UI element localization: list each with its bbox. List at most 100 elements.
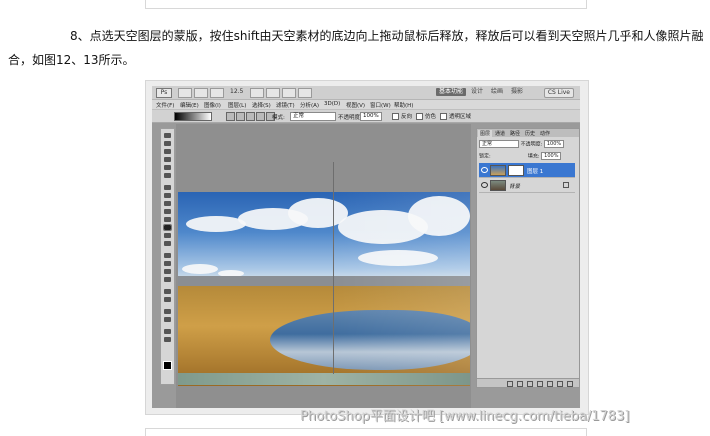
screen-mode-icon[interactable] [298, 88, 312, 98]
healing-brush-icon[interactable] [164, 185, 171, 190]
eye-icon[interactable] [481, 182, 488, 188]
reverse-label: 反向 [401, 114, 413, 120]
blend-row: 正常 不透明度: 100% [479, 140, 565, 148]
adjustment-layer-icon[interactable] [537, 381, 543, 387]
fill-field[interactable]: 100% [541, 152, 562, 160]
arrange-documents-icon[interactable] [282, 88, 296, 98]
menu-filter[interactable]: 滤镜(T) [276, 101, 295, 109]
menu-view[interactable]: 视图(V) [346, 101, 365, 109]
hand-tool-icon[interactable] [250, 88, 264, 98]
application-bar: Ps 12.5 基本功能 设计 绘画 摄影 CS Live [152, 86, 580, 100]
opacity-label: 不透明度: [338, 115, 362, 121]
tools-panel [160, 128, 175, 385]
blur-tool-icon[interactable] [164, 233, 171, 238]
menu-help[interactable]: 帮助(H) [394, 101, 413, 109]
angle-gradient-icon[interactable] [246, 112, 255, 121]
view-extras-icon[interactable] [210, 88, 224, 98]
eyedropper-tool-icon[interactable] [164, 173, 171, 178]
hand-icon[interactable] [164, 309, 171, 314]
menu-analysis[interactable]: 分析(A) [300, 101, 319, 109]
new-group-icon[interactable] [547, 381, 553, 387]
blend-mode-select[interactable]: 正常 [479, 140, 519, 148]
crop-tool-icon[interactable] [164, 165, 171, 170]
linear-gradient-icon[interactable] [226, 112, 235, 121]
zoom-icon[interactable] [164, 317, 171, 322]
menu-image[interactable]: 图像(I) [204, 101, 221, 109]
mask-gradient-overlay [328, 192, 470, 386]
zoom-level[interactable]: 12.5 [230, 88, 243, 95]
layer-name[interactable]: 图层 1 [527, 167, 543, 175]
bridge-icon[interactable] [178, 88, 192, 98]
gradient-tool-preset-icon[interactable] [152, 110, 162, 116]
menu-window[interactable]: 窗口(W) [370, 101, 391, 109]
link-layers-icon[interactable] [507, 381, 513, 387]
workspace-essentials-button[interactable]: 基本功能 [436, 88, 467, 96]
layer-thumbnail [490, 165, 506, 176]
panel-tabs: 图层 通道 路径 历史 动作 [477, 129, 579, 137]
swap-colors-icon[interactable] [164, 337, 171, 342]
lasso-tool-icon[interactable] [164, 149, 171, 154]
layer-mask-thumbnail[interactable] [508, 165, 524, 176]
clone-stamp-icon[interactable] [164, 201, 171, 206]
dodge-tool-icon[interactable] [164, 241, 171, 246]
eraser-tool-icon[interactable] [164, 217, 171, 222]
menu-layer[interactable]: 图层(L) [228, 101, 246, 109]
zoom-tool-icon[interactable] [266, 88, 280, 98]
transparency-checkbox[interactable]: 透明区域 [440, 112, 471, 120]
reverse-checkbox[interactable]: 反向 [392, 112, 412, 120]
gradient-picker[interactable] [174, 112, 212, 121]
opacity-field[interactable]: 100% [360, 112, 382, 121]
shape-tool-icon[interactable] [164, 277, 171, 282]
history-brush-icon[interactable] [164, 209, 171, 214]
panel-opacity-field[interactable]: 100% [543, 140, 565, 148]
fill-label: 填充: [527, 153, 540, 160]
layer-row-background[interactable]: 背景 [479, 178, 575, 193]
tab-layers[interactable]: 图层 [478, 130, 493, 137]
marquee-tool-icon[interactable] [164, 141, 171, 146]
document-image[interactable] [178, 192, 470, 386]
menu-edit[interactable]: 编辑(E) [180, 101, 199, 109]
gradient-drag-line [333, 162, 334, 374]
3d-camera-icon[interactable] [164, 297, 171, 302]
step-paragraph: 8、点选天空图层的蒙版，按住shift由天空素材的底边向上拖动鼠标后释放，释放后… [8, 29, 704, 67]
tab-actions[interactable]: 动作 [540, 130, 550, 137]
tab-paths[interactable]: 路径 [510, 130, 520, 137]
layer-name[interactable]: 背景 [509, 182, 520, 190]
path-select-icon[interactable] [164, 269, 171, 274]
layer-style-icon[interactable] [517, 381, 523, 387]
radial-gradient-icon[interactable] [236, 112, 245, 121]
panel-opacity-label: 不透明度: [520, 141, 543, 148]
type-tool-icon[interactable] [164, 261, 171, 266]
mode-select[interactable]: 正常 [290, 112, 336, 121]
delete-layer-icon[interactable] [567, 381, 573, 387]
3d-rotate-icon[interactable] [164, 289, 171, 294]
quick-select-tool-icon[interactable] [164, 157, 171, 162]
tab-history[interactable]: 历史 [525, 130, 535, 137]
workspace-design-button[interactable]: 设计 [468, 88, 486, 96]
new-layer-icon[interactable] [557, 381, 563, 387]
minibridge-icon[interactable] [194, 88, 208, 98]
menu-select[interactable]: 选择(S) [252, 101, 271, 109]
cs-live-button[interactable]: CS Live [543, 88, 574, 98]
brush-tool-icon[interactable] [164, 193, 171, 198]
eye-icon[interactable] [481, 167, 488, 173]
add-mask-icon[interactable] [527, 381, 533, 387]
move-tool-icon[interactable] [164, 133, 171, 138]
workspace-painting-button[interactable]: 绘画 [488, 88, 506, 96]
menu-file[interactable]: 文件(F) [156, 101, 174, 109]
pen-tool-icon[interactable] [164, 253, 171, 258]
layer-row-1[interactable]: 图层 1 [479, 163, 575, 178]
menu-3d[interactable]: 3D(D) [324, 101, 340, 107]
reflected-gradient-icon[interactable] [256, 112, 265, 121]
menu-bar: 文件(F) 编辑(E) 图像(I) 图层(L) 选择(S) 滤镜(T) 分析(A… [152, 100, 580, 109]
gradient-tool-icon[interactable] [163, 224, 172, 231]
tab-channels[interactable]: 通道 [495, 130, 505, 137]
dither-checkbox[interactable]: 仿色 [416, 112, 436, 120]
workspace-photography-button[interactable]: 摄影 [508, 88, 526, 96]
default-colors-icon[interactable] [164, 329, 171, 334]
foreground-color-swatch[interactable] [163, 361, 172, 370]
checkbox-box [392, 113, 399, 120]
layers-panel-footer [477, 378, 579, 387]
lock-row: 锁定: 填充: 100% [479, 152, 562, 160]
cloud-shape [182, 264, 218, 274]
